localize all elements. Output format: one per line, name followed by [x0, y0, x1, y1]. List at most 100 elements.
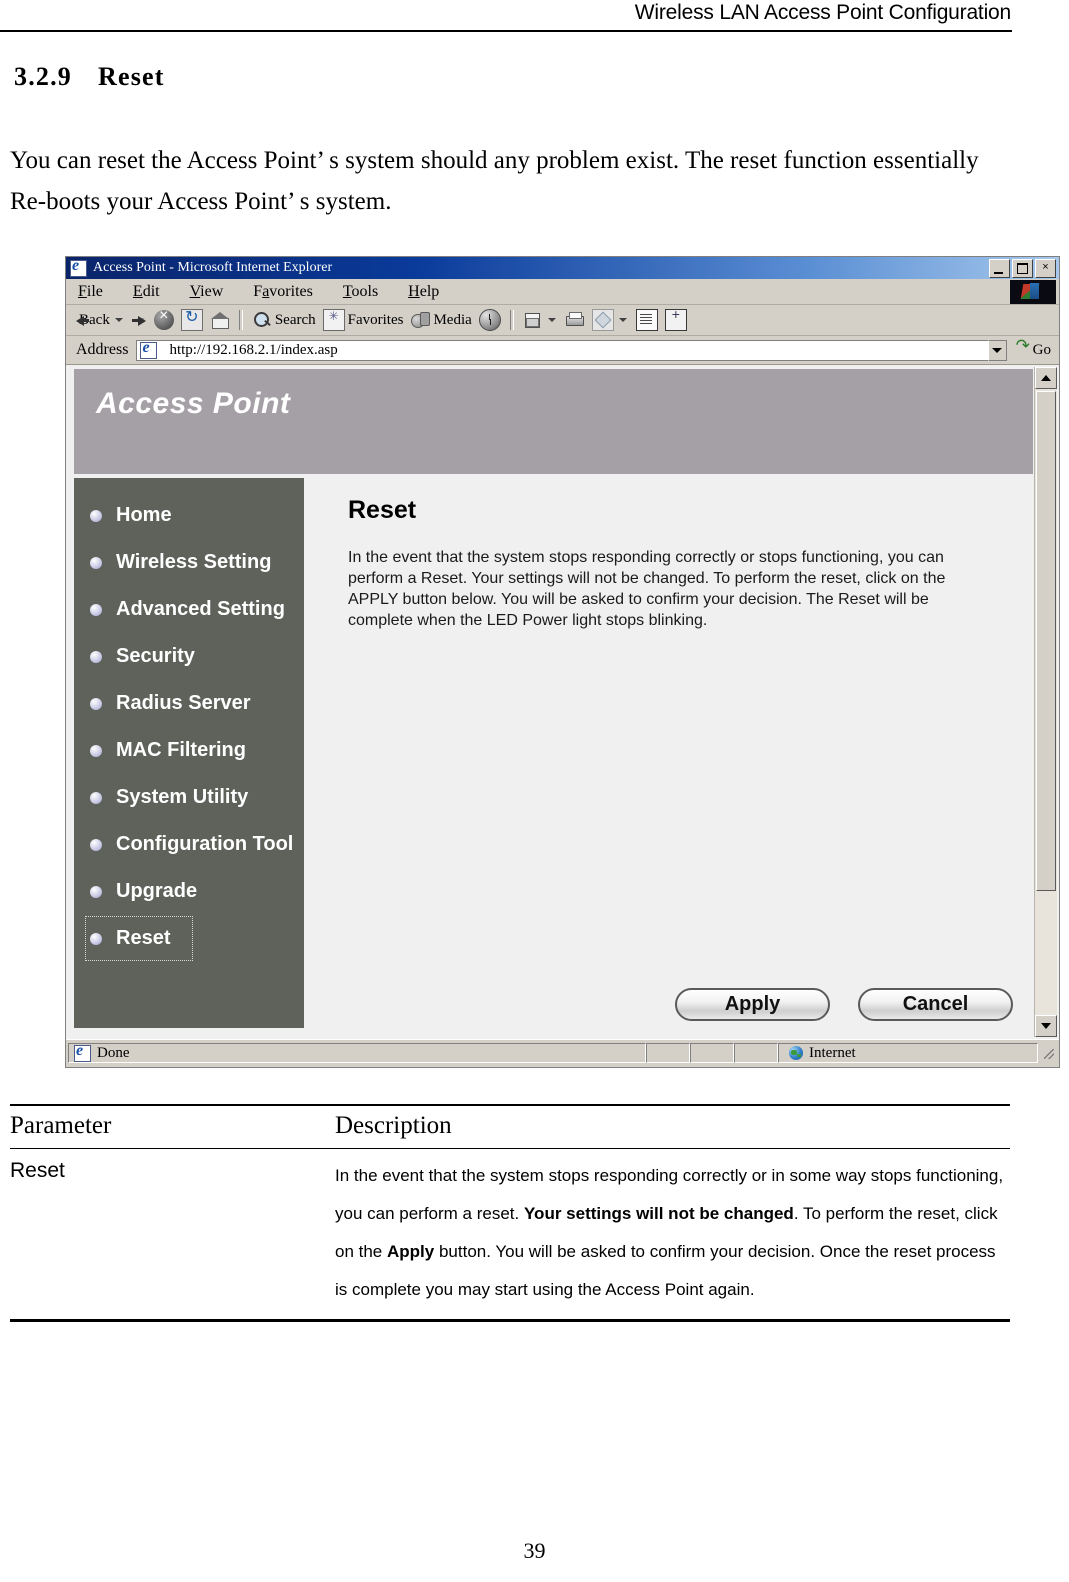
- bullet-icon: [90, 791, 102, 804]
- sidebar-item-configuration-tool[interactable]: Configuration Tool: [74, 821, 304, 868]
- edit-button[interactable]: [590, 308, 631, 332]
- browser-window-screenshot: Access Point - Microsoft Internet Explor…: [65, 256, 1060, 1068]
- minimize-button[interactable]: [989, 259, 1010, 278]
- browser-toolbar: Back Search Favorites Media: [66, 305, 1059, 336]
- page-number: 39: [523, 1538, 546, 1563]
- sidebar-item-wireless-setting[interactable]: Wireless Setting: [74, 539, 304, 586]
- browser-address-bar: Address http://192.168.2.1/index.asp Go: [66, 336, 1059, 365]
- cell-parameter-name: Reset: [10, 1159, 65, 1182]
- status-message-text: Done: [97, 1044, 130, 1061]
- menu-item-help[interactable]: Help: [408, 283, 439, 301]
- edit-dropdown-icon[interactable]: [618, 318, 627, 322]
- stop-icon: [153, 307, 174, 330]
- sidebar-item-label: Upgrade: [116, 880, 198, 902]
- table-rule-bottom: [10, 1319, 1010, 1322]
- sidebar-item-label: Advanced Setting: [116, 598, 285, 620]
- sidebar-item-mac-filtering[interactable]: MAC Filtering: [74, 727, 304, 774]
- window-controls: ×: [989, 259, 1056, 278]
- media-button[interactable]: Media: [408, 309, 473, 331]
- bullet-icon: [90, 509, 102, 522]
- refresh-button[interactable]: [179, 307, 205, 332]
- forward-button[interactable]: [130, 316, 149, 326]
- sidebar-item-label: Radius Server: [116, 692, 251, 714]
- home-button[interactable]: [208, 309, 232, 331]
- scroll-up-button[interactable]: [1035, 367, 1057, 389]
- discuss-button[interactable]: [634, 308, 660, 332]
- back-dropdown-icon[interactable]: [114, 318, 123, 322]
- cancel-button[interactable]: Cancel: [858, 988, 1013, 1021]
- bullet-icon: [90, 650, 102, 663]
- browser-viewport: Access Point Home Wireless Setting Advan…: [66, 365, 1059, 1039]
- parameter-table: Parameter Description Reset In the event…: [10, 1104, 1010, 1322]
- print-icon: [565, 310, 585, 330]
- status-cell-3: [734, 1043, 778, 1063]
- sidebar-item-home[interactable]: Home: [74, 492, 304, 539]
- history-button[interactable]: [477, 308, 503, 332]
- menu-item-view[interactable]: View: [190, 283, 224, 301]
- menu-item-favorites[interactable]: Favorites: [253, 283, 313, 301]
- chevron-down-icon: [992, 347, 1003, 353]
- status-cell-1: [646, 1043, 690, 1063]
- sidebar-item-reset[interactable]: Reset: [84, 915, 194, 962]
- back-button[interactable]: Back: [74, 311, 127, 330]
- sidebar-item-label: Reset: [116, 927, 171, 949]
- apply-button[interactable]: Apply: [675, 988, 830, 1021]
- triangle-up-icon: [1041, 375, 1051, 381]
- running-header: Wireless LAN Access Point Configuration: [0, 0, 1069, 34]
- mail-dropdown-icon[interactable]: [547, 318, 556, 322]
- sidebar-item-upgrade[interactable]: Upgrade: [74, 868, 304, 915]
- scrollbar-thumb[interactable]: [1036, 391, 1056, 891]
- status-ie-icon: [74, 1044, 91, 1062]
- app-main-panel: Reset In the event that the system stops…: [304, 478, 1033, 1039]
- discuss-icon: [635, 309, 658, 331]
- bullet-icon: [90, 556, 102, 569]
- media-icon: [410, 310, 431, 330]
- running-header-text: Wireless LAN Access Point Configuration: [634, 1, 1011, 24]
- globe-icon: [789, 1046, 803, 1060]
- sidebar-item-security[interactable]: Security: [74, 633, 304, 680]
- go-button[interactable]: Go: [1016, 336, 1051, 359]
- maximize-button[interactable]: [1012, 259, 1033, 278]
- menu-item-file[interactable]: File: [78, 283, 103, 301]
- go-arrow-icon: [1016, 336, 1031, 357]
- sidebar-item-system-utility[interactable]: System Utility: [74, 774, 304, 821]
- sidebar-item-label: Configuration Tool: [116, 833, 294, 855]
- toolbar-separator: [238, 310, 243, 330]
- address-dropdown-button[interactable]: [987, 339, 1007, 361]
- stop-button[interactable]: [152, 307, 176, 331]
- resize-grip[interactable]: [1040, 1045, 1056, 1061]
- favorites-button-label: Favorites: [347, 311, 404, 328]
- address-bar-label: Address: [76, 341, 129, 358]
- app-content-row: Home Wireless Setting Advanced Setting S…: [74, 478, 1033, 1039]
- favorites-button[interactable]: Favorites: [321, 308, 406, 332]
- sidebar-item-label: System Utility: [116, 786, 249, 808]
- menu-item-tools[interactable]: Tools: [343, 283, 378, 301]
- menu-item-edit[interactable]: Edit: [133, 283, 160, 301]
- address-input[interactable]: http://192.168.2.1/index.asp: [136, 339, 988, 361]
- bullet-icon: [90, 885, 102, 898]
- section-title: Reset: [98, 62, 165, 91]
- bullet-icon: [90, 932, 102, 945]
- close-button[interactable]: ×: [1035, 259, 1056, 278]
- bullet-icon: [90, 603, 102, 616]
- browser-status-bar: Done Internet: [66, 1039, 1059, 1066]
- scroll-down-button[interactable]: [1035, 1015, 1057, 1037]
- mail-button[interactable]: [521, 309, 560, 331]
- security-zone-indicator: Internet: [778, 1043, 1038, 1063]
- sidebar-item-label: MAC Filtering: [116, 739, 246, 761]
- app-banner: Access Point: [74, 369, 1033, 474]
- browser-title-bar: Access Point - Microsoft Internet Explor…: [66, 257, 1059, 279]
- print-button[interactable]: [563, 309, 587, 331]
- sidebar-item-radius-server[interactable]: Radius Server: [74, 680, 304, 727]
- security-zone-label: Internet: [809, 1044, 856, 1061]
- edit-icon: [591, 309, 614, 331]
- toolbar-separator-2: [509, 310, 514, 330]
- page-title: Reset: [348, 496, 417, 524]
- sidebar-item-advanced-setting[interactable]: Advanced Setting: [74, 586, 304, 633]
- table-row: Reset In the event that the system stops…: [10, 1149, 1010, 1319]
- page-vertical-scrollbar[interactable]: [1034, 367, 1057, 1037]
- messenger-button[interactable]: [663, 306, 689, 332]
- search-button-label: Search: [274, 311, 316, 328]
- header-divider: [0, 30, 1012, 32]
- search-button[interactable]: Search: [250, 309, 318, 331]
